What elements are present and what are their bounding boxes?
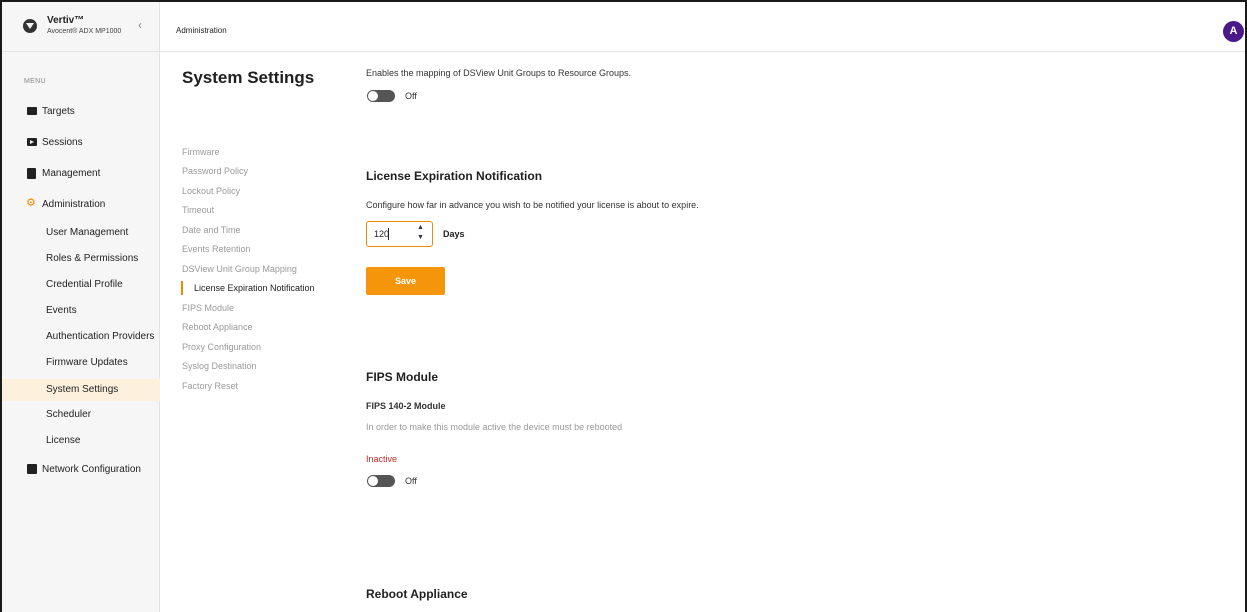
settings-nav-date-and-time[interactable]: Date and Time [182,225,241,235]
license-days-unit: Days [443,229,465,239]
app-window: Vertiv™ Avocent® ADX MP1000 ‹ MENU Targe… [0,0,1247,612]
sidebar-subitem-system-settings[interactable]: System Settings [2,379,160,401]
sidebar-subitem-firmware-updates[interactable]: Firmware Updates [2,352,160,374]
decrement-icon[interactable]: ▼ [417,234,424,241]
toggle-knob [368,91,378,101]
dsview-mapping-toggle[interactable] [367,90,395,102]
gear-icon: ⚙ [26,197,36,209]
brand-product: Avocent® ADX MP1000 [47,28,122,35]
sidebar-item-label: Management [42,168,101,179]
sidebar-item-label: Sessions [42,137,83,148]
dsview-description: Enables the mapping of DSView Unit Group… [366,68,631,78]
settings-nav-timeout[interactable]: Timeout [182,205,214,215]
settings-nav-password-policy[interactable]: Password Policy [182,166,248,176]
menu-label: MENU [24,78,46,85]
sidebar-subitem-label: Roles & Permissions [46,253,139,264]
sidebar-subitem-scheduler[interactable]: Scheduler [2,404,160,426]
sidebar-item-management[interactable]: Management [2,164,160,184]
sidebar-item-targets[interactable]: Targets [2,102,160,122]
sidebar-item-label: Targets [42,106,75,117]
dsview-toggle-label: Off [405,91,417,101]
toggle-knob [368,476,378,486]
fips-toggle-label: Off [405,476,417,486]
license-days-value: 120 [374,229,390,239]
settings-nav-license-expiration-notification[interactable]: License Expiration Notification [194,283,315,293]
sidebar: Vertiv™ Avocent® ADX MP1000 ‹ MENU Targe… [2,2,160,612]
settings-nav-events-retention[interactable]: Events Retention [182,244,251,254]
sidebar-subitem-label: System Settings [46,384,119,395]
sidebar-item-label: Network Configuration [42,464,141,475]
reboot-section-title: Reboot Appliance [366,587,468,601]
fips-note: In order to make this module active the … [366,422,623,432]
page-title: System Settings [182,68,315,87]
sidebar-subitem-label: User Management [46,227,129,238]
settings-nav-fips-module[interactable]: FIPS Module [182,303,234,313]
clipboard-icon [27,168,36,179]
brand-header: Vertiv™ Avocent® ADX MP1000 ‹ [2,2,160,52]
settings-nav-factory-reset[interactable]: Factory Reset [182,381,238,391]
save-button[interactable]: Save [366,267,445,295]
sidebar-subitem-label: Firmware Updates [46,357,128,368]
settings-nav-proxy-configuration[interactable]: Proxy Configuration [182,342,261,352]
sidebar-subitem-label: License [46,435,81,446]
sidebar-subitem-label: Events [46,305,77,316]
collapse-sidebar-icon[interactable]: ‹ [138,18,142,32]
server-icon [27,107,37,115]
top-bar: Administration A [160,2,1245,52]
play-icon [27,138,37,146]
vertiv-logo-icon [23,19,37,33]
settings-nav-dsview-unit-group-mapping[interactable]: DSView Unit Group Mapping [182,264,297,274]
sidebar-item-network-configuration[interactable]: Network Configuration [2,460,160,480]
settings-nav-syslog-destination[interactable]: Syslog Destination [182,361,257,371]
settings-nav-firmware[interactable]: Firmware [182,147,220,157]
network-icon [27,464,37,474]
brand-name: Vertiv™ [47,15,85,26]
breadcrumb[interactable]: Administration [176,26,227,35]
sidebar-subitem-label: Authentication Providers [46,331,155,342]
fips-status: Inactive [366,454,398,464]
fips-toggle[interactable] [367,475,395,487]
license-section-title: License Expiration Notification [366,169,543,183]
sidebar-subitem-authentication-providers[interactable]: Authentication Providers [2,326,160,348]
settings-nav-reboot-appliance[interactable]: Reboot Appliance [182,322,253,332]
sidebar-item-administration[interactable]: ⚙ Administration [2,195,160,215]
sidebar-subitem-credential-profile[interactable]: Credential Profile [2,274,160,296]
sidebar-subitem-user-management[interactable]: User Management [2,222,160,244]
active-indicator [181,281,183,295]
fips-section-title: FIPS Module [366,370,438,384]
settings-nav-lockout-policy[interactable]: Lockout Policy [182,186,240,196]
fips-subtitle: FIPS 140-2 Module [366,401,446,411]
sidebar-item-label: Administration [42,199,106,210]
sidebar-subitem-roles-permissions[interactable]: Roles & Permissions [2,248,160,270]
text-caret [388,228,389,240]
sidebar-subitem-events[interactable]: Events [2,300,160,322]
license-days-input[interactable]: 120 ▲ ▼ [366,221,433,247]
sidebar-item-sessions[interactable]: Sessions [2,133,160,153]
avatar[interactable]: A [1223,21,1244,42]
sidebar-subitem-license[interactable]: License [2,430,160,452]
sidebar-subitem-label: Scheduler [46,409,92,420]
increment-icon[interactable]: ▲ [417,224,424,231]
license-description: Configure how far in advance you wish to… [366,200,699,210]
sidebar-subitem-label: Credential Profile [46,279,123,290]
